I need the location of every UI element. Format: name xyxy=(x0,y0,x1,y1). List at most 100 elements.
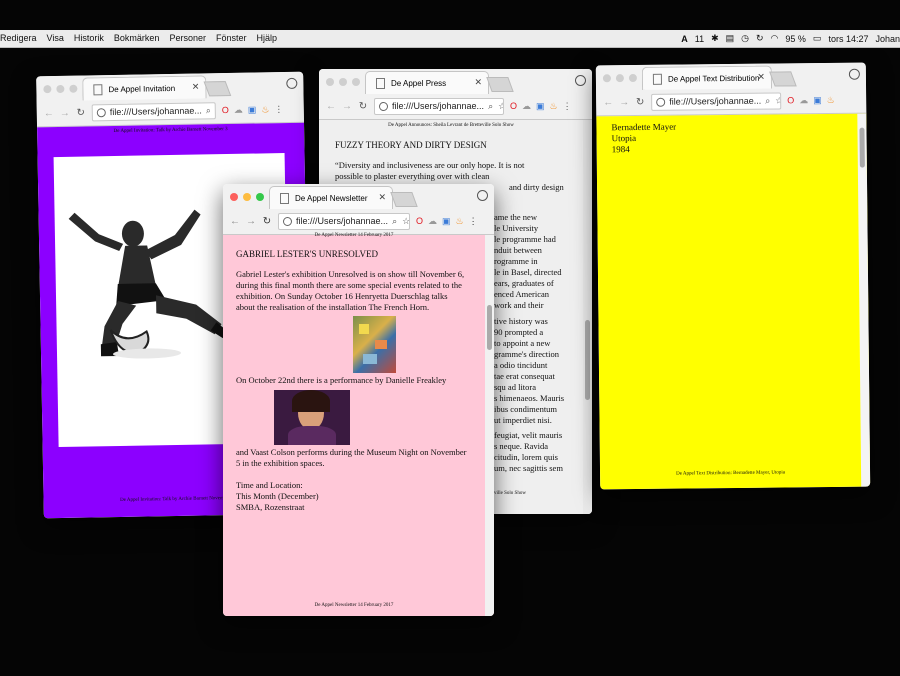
address-bar[interactable]: file:///Users/johannae... ⌕☆ xyxy=(651,91,782,111)
profile-icon[interactable] xyxy=(477,190,488,201)
wifi-icon[interactable]: ◠ xyxy=(771,33,779,44)
menu-personer[interactable]: Personer xyxy=(169,33,206,43)
menu-bokmarken[interactable]: Bokmärken xyxy=(114,33,160,43)
tab-text-distribution[interactable]: De Appel Text Distribution ✕ xyxy=(641,65,773,90)
reload-icon[interactable]: ↻ xyxy=(76,107,86,118)
time-machine-icon[interactable]: ◷ xyxy=(741,33,749,44)
menu-icon[interactable]: ⋮ xyxy=(274,104,283,115)
text-line: ame the new xyxy=(494,212,537,222)
battery-icon[interactable]: ▭ xyxy=(813,33,822,44)
new-tab-button[interactable] xyxy=(390,192,418,207)
menu-hjalp[interactable]: Hjälp xyxy=(256,33,277,43)
calendar-icon[interactable]: ▣ xyxy=(442,216,451,227)
forward-icon[interactable]: → xyxy=(619,97,629,108)
info-icon[interactable] xyxy=(379,101,388,111)
cloud-icon[interactable]: ☁ xyxy=(522,101,531,112)
close-icon[interactable]: ✕ xyxy=(474,77,482,88)
star-icon[interactable]: ☆ xyxy=(402,216,409,227)
close-icon[interactable]: ✕ xyxy=(757,72,765,83)
cloud-icon[interactable]: ☁ xyxy=(428,216,437,227)
flame-icon[interactable]: ♨ xyxy=(456,216,464,227)
window-newsletter[interactable]: De Appel Newsletter ✕ ← → ↻ file:///User… xyxy=(223,184,494,616)
flame-icon[interactable]: ♨ xyxy=(550,101,558,112)
profile-icon[interactable] xyxy=(575,75,586,86)
new-tab-button[interactable] xyxy=(769,71,797,87)
profile-icon[interactable] xyxy=(286,77,298,89)
profile-icon[interactable] xyxy=(848,68,860,80)
zoom-icon[interactable]: ⌕ xyxy=(392,216,397,227)
close-icon[interactable]: ✕ xyxy=(192,82,200,93)
menu-redigera[interactable]: Redigera xyxy=(0,33,37,43)
back-icon[interactable]: ← xyxy=(230,216,240,227)
back-icon[interactable]: ← xyxy=(326,101,336,112)
star-icon[interactable]: ☆ xyxy=(775,95,781,106)
calendar-icon[interactable]: ▣ xyxy=(813,95,822,106)
text-block-b: tive history was 90 prompted a to appoin… xyxy=(494,316,564,426)
new-tab-button[interactable] xyxy=(486,77,514,92)
zoom-icon[interactable]: ⌕ xyxy=(206,105,211,116)
menu-historik[interactable]: Historik xyxy=(74,33,104,43)
reload-icon[interactable]: ↻ xyxy=(262,216,272,227)
zoom-icon[interactable]: ⌕ xyxy=(488,101,493,112)
info-icon[interactable] xyxy=(656,97,666,107)
info-icon[interactable] xyxy=(283,216,292,226)
keyboard-icon[interactable]: ▤ xyxy=(726,33,735,44)
tab-invitation[interactable]: De Appel Invitation ✕ xyxy=(82,75,207,101)
article-paragraph-2: On October 22nd there is a performance b… xyxy=(236,375,447,385)
scrollbar-thumb[interactable] xyxy=(859,127,865,168)
user-name[interactable]: Johan xyxy=(875,34,900,44)
address-bar[interactable]: file:///Users/johannae... ⌕☆ xyxy=(374,97,504,115)
adobe-icon[interactable]: A xyxy=(681,34,688,44)
sync-icon[interactable]: ↻ xyxy=(756,33,764,44)
reload-icon[interactable]: ↻ xyxy=(358,101,368,112)
scrollbar[interactable] xyxy=(857,113,871,487)
forward-icon[interactable]: → xyxy=(246,216,256,227)
page-newsletter: De Appel Newsletter 14 February 2017 GAB… xyxy=(223,233,494,616)
menubar-menus: Redigera Visa Historik Bokmärken Persone… xyxy=(0,33,277,43)
info-icon[interactable] xyxy=(96,107,106,117)
menu-fonster[interactable]: Fönster xyxy=(216,33,247,43)
menu-icon[interactable]: ⋮ xyxy=(563,101,572,112)
traffic-lights[interactable] xyxy=(602,73,637,83)
scrollbar-thumb[interactable] xyxy=(585,320,590,400)
window-text-distribution[interactable]: De Appel Text Distribution ✕ ← → ↻ file:… xyxy=(595,62,871,490)
address-bar[interactable]: file:///Users/johannae... ⌕☆ xyxy=(91,101,216,121)
cloud-icon[interactable]: ☁ xyxy=(799,95,808,106)
forward-icon[interactable]: → xyxy=(342,101,352,112)
opera-icon[interactable]: O xyxy=(416,216,423,226)
forward-icon[interactable]: → xyxy=(60,107,70,118)
new-tab-button[interactable] xyxy=(203,81,232,97)
text-line: s himenaeos. Mauris xyxy=(494,393,565,403)
browser-chrome: De Appel Press ✕ ← → ↻ file:///Users/joh… xyxy=(319,69,592,120)
flame-icon[interactable]: ♨ xyxy=(827,94,835,105)
clock[interactable]: tors 14:27 xyxy=(828,34,868,44)
star-icon[interactable]: ☆ xyxy=(498,101,503,112)
close-icon[interactable]: ✕ xyxy=(378,192,386,203)
page-footer: De Appel Newsletter 14 February 2017 xyxy=(314,603,394,608)
cloud-icon[interactable]: ☁ xyxy=(234,104,243,115)
traffic-lights[interactable] xyxy=(326,78,360,86)
scrollbar[interactable] xyxy=(583,120,592,514)
opera-icon[interactable]: O xyxy=(222,105,229,115)
tab-newsletter[interactable]: De Appel Newsletter ✕ xyxy=(269,186,393,209)
tab-press[interactable]: De Appel Press ✕ xyxy=(365,71,489,94)
opera-icon[interactable]: O xyxy=(510,101,517,111)
zoom-icon[interactable]: ⌕ xyxy=(765,95,770,106)
scrollbar[interactable] xyxy=(485,235,494,616)
calendar-icon[interactable]: ▣ xyxy=(248,104,257,115)
back-icon[interactable]: ← xyxy=(44,108,54,119)
calendar-icon[interactable]: ▣ xyxy=(536,101,545,112)
traffic-lights[interactable] xyxy=(43,84,78,94)
flame-icon[interactable]: ♨ xyxy=(261,104,269,115)
scrollbar-thumb[interactable] xyxy=(487,305,492,350)
address-bar[interactable]: file:///Users/johannae... ⌕☆ xyxy=(278,212,410,230)
url-text: file:///Users/johannae... xyxy=(109,105,202,118)
bluetooth-icon[interactable]: ✱ xyxy=(711,33,719,44)
traffic-lights[interactable] xyxy=(230,193,264,201)
menu-visa[interactable]: Visa xyxy=(47,33,64,43)
opera-icon[interactable]: O xyxy=(787,95,794,105)
menu-icon[interactable]: ⋮ xyxy=(469,216,478,227)
back-icon[interactable]: ← xyxy=(603,97,613,108)
reload-icon[interactable]: ↻ xyxy=(635,96,645,107)
page-header: De Appel Invitation: Talk by Archie Barn… xyxy=(113,127,228,135)
